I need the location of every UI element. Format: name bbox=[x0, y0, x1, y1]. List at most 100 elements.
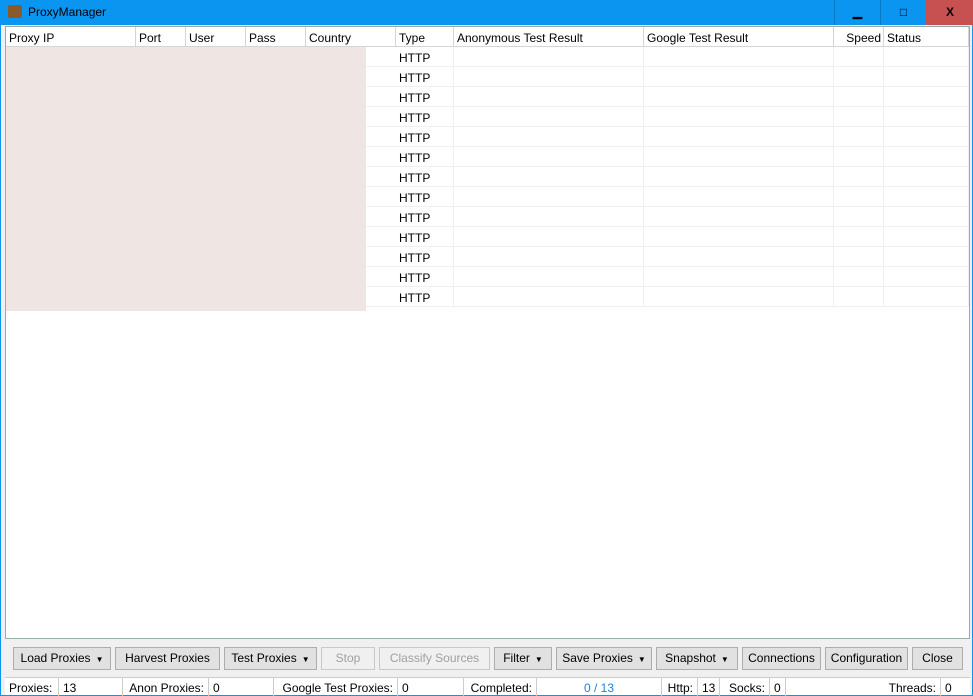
table-cell bbox=[834, 187, 884, 207]
table-cell bbox=[454, 87, 644, 107]
anon-proxies-count: 0 bbox=[209, 678, 274, 696]
type-cell: HTTP bbox=[396, 167, 454, 187]
table-cell bbox=[884, 167, 969, 187]
redacted-region bbox=[6, 47, 366, 311]
table-cell bbox=[454, 187, 644, 207]
type-cell: HTTP bbox=[396, 107, 454, 127]
table-cell bbox=[454, 267, 644, 287]
column-header-google-test-result[interactable]: Google Test Result bbox=[644, 27, 834, 47]
save-proxies-label: Save Proxies bbox=[562, 651, 633, 665]
anon-proxies-label: Anon Proxies: bbox=[123, 678, 209, 696]
table-cell bbox=[454, 47, 644, 67]
type-cell: HTTP bbox=[396, 127, 454, 147]
table-cell bbox=[644, 87, 834, 107]
column-header-anonymous-test-result[interactable]: Anonymous Test Result bbox=[454, 27, 644, 47]
proxy-table[interactable]: Proxy IP Port User Pass Country Type Anonymous… bbox=[5, 26, 970, 639]
test-proxies-label: Test Proxies bbox=[231, 651, 297, 665]
socks-count: 0 bbox=[770, 678, 786, 696]
window-title: ProxyManager bbox=[28, 5, 107, 19]
type-cell: HTTP bbox=[396, 147, 454, 167]
table-cell bbox=[644, 167, 834, 187]
table-cell bbox=[834, 67, 884, 87]
type-cell: HTTP bbox=[396, 87, 454, 107]
http-count: 13 bbox=[698, 678, 720, 696]
table-cell bbox=[884, 207, 969, 227]
dropdown-arrow-icon: ▼ bbox=[95, 655, 104, 664]
status-bar: Proxies: 13 Anon Proxies: 0 Google Test … bbox=[5, 677, 970, 696]
table-cell bbox=[884, 287, 969, 307]
close-button[interactable]: Close bbox=[912, 647, 963, 670]
completed-value: 0 / 13 bbox=[537, 678, 662, 696]
filter-button[interactable]: Filter ▼ bbox=[494, 647, 552, 670]
column-header-country[interactable]: Country bbox=[306, 27, 396, 47]
column-header-type[interactable]: Type bbox=[396, 27, 454, 47]
table-cell bbox=[834, 107, 884, 127]
column-header-speed[interactable]: Speed bbox=[834, 27, 884, 47]
type-cell: HTTP bbox=[396, 47, 454, 67]
table-cell bbox=[884, 87, 969, 107]
type-cell: HTTP bbox=[396, 247, 454, 267]
table-cell bbox=[454, 287, 644, 307]
column-header-pass[interactable]: Pass bbox=[246, 27, 306, 47]
table-cell bbox=[884, 147, 969, 167]
load-proxies-button[interactable]: Load Proxies ▼ bbox=[13, 647, 111, 670]
table-cell bbox=[834, 167, 884, 187]
table-cell bbox=[644, 107, 834, 127]
connections-button[interactable]: Connections bbox=[742, 647, 821, 670]
table-cell bbox=[884, 107, 969, 127]
dropdown-arrow-icon: ▼ bbox=[301, 655, 310, 664]
proxy-manager-window: ProxyManager ▁ □ X Proxy IP Port User Pass C… bbox=[0, 0, 973, 696]
minimize-button[interactable]: ▁ bbox=[834, 0, 880, 25]
app-box-icon bbox=[8, 5, 22, 18]
table-cell bbox=[884, 127, 969, 147]
load-proxies-label: Load Proxies bbox=[20, 651, 91, 665]
type-cell: HTTP bbox=[396, 187, 454, 207]
configuration-button[interactable]: Configuration bbox=[825, 647, 908, 670]
table-cell bbox=[644, 67, 834, 87]
stop-button[interactable]: Stop bbox=[321, 647, 375, 670]
table-cell bbox=[884, 227, 969, 247]
table-cell bbox=[454, 167, 644, 187]
table-cell bbox=[884, 47, 969, 67]
dropdown-arrow-icon: ▼ bbox=[720, 655, 729, 664]
column-header-status[interactable]: Status bbox=[884, 27, 969, 47]
snapshot-button[interactable]: Snapshot ▼ bbox=[656, 647, 738, 670]
table-cell bbox=[454, 67, 644, 87]
type-cell: HTTP bbox=[396, 267, 454, 287]
table-cell bbox=[454, 227, 644, 247]
proxies-label: Proxies: bbox=[5, 678, 59, 696]
threads-count: 0 bbox=[945, 681, 952, 695]
filter-label: Filter bbox=[503, 651, 530, 665]
harvest-proxies-button[interactable]: Harvest Proxies bbox=[115, 647, 220, 670]
column-header-user[interactable]: User bbox=[186, 27, 246, 47]
proxies-count: 13 bbox=[59, 678, 123, 696]
table-cell bbox=[884, 187, 969, 207]
threads-label: Threads: bbox=[786, 678, 941, 696]
table-cell bbox=[454, 107, 644, 127]
save-proxies-button[interactable]: Save Proxies ▼ bbox=[556, 647, 652, 670]
http-label: Http: bbox=[662, 678, 698, 696]
table-cell bbox=[834, 227, 884, 247]
table-cell bbox=[454, 247, 644, 267]
classify-sources-button[interactable]: Classify Sources bbox=[379, 647, 490, 670]
google-test-proxies-label: Google Test Proxies: bbox=[274, 678, 398, 696]
table-cell bbox=[884, 247, 969, 267]
table-cell bbox=[834, 207, 884, 227]
table-cell bbox=[834, 147, 884, 167]
dropdown-arrow-icon: ▼ bbox=[637, 655, 646, 664]
title-bar: ProxyManager ▁ □ X bbox=[1, 0, 973, 25]
table-cell bbox=[644, 227, 834, 247]
maximize-button[interactable]: □ bbox=[880, 0, 926, 25]
table-cell bbox=[834, 287, 884, 307]
test-proxies-button[interactable]: Test Proxies ▼ bbox=[224, 647, 317, 670]
close-window-button[interactable]: X bbox=[926, 0, 973, 25]
column-header-proxy-ip[interactable]: Proxy IP bbox=[6, 27, 136, 47]
table-cell bbox=[644, 287, 834, 307]
table-cell bbox=[644, 267, 834, 287]
type-cell: HTTP bbox=[396, 67, 454, 87]
table-cell bbox=[644, 47, 834, 67]
snapshot-label: Snapshot bbox=[665, 651, 716, 665]
table-cell bbox=[644, 187, 834, 207]
table-cell bbox=[644, 247, 834, 267]
column-header-port[interactable]: Port bbox=[136, 27, 186, 47]
